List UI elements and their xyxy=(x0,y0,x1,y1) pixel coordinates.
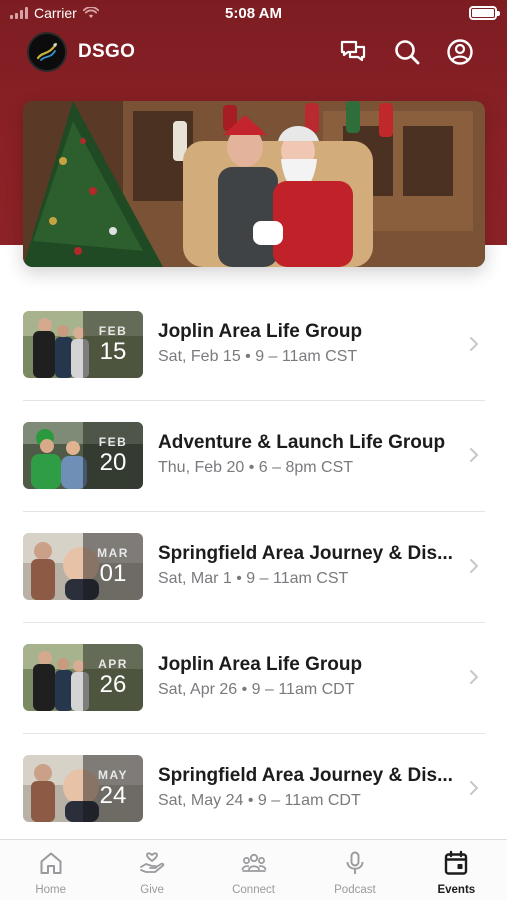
event-date-badge: MAR 01 xyxy=(83,533,143,600)
event-month: FEB xyxy=(98,435,128,449)
event-row[interactable]: MAR 01 Springfield Area Journey & Dis...… xyxy=(23,512,485,623)
tab-label: Home xyxy=(35,884,67,896)
app-title: DSGO xyxy=(78,41,136,62)
event-month: APR xyxy=(98,657,128,671)
microphone-icon xyxy=(346,851,364,874)
event-title: Joplin Area Life Group xyxy=(158,654,363,675)
event-date-badge: FEB 20 xyxy=(83,422,143,489)
chat-icon[interactable] xyxy=(339,38,367,66)
event-month: MAY xyxy=(97,768,129,782)
tab-home[interactable]: Home xyxy=(0,840,101,900)
tab-label: Events xyxy=(437,884,476,896)
tab-label: Podcast xyxy=(334,884,376,896)
connect-icon xyxy=(241,853,266,872)
give-icon xyxy=(140,852,165,873)
event-thumbnail: FEB 15 xyxy=(23,311,143,378)
chevron-right-icon xyxy=(470,559,478,573)
event-title: Adventure & Launch Life Group xyxy=(158,432,446,453)
tab-bar: Home Give Connect Podcast Events xyxy=(0,839,507,900)
home-icon xyxy=(40,852,62,874)
chevron-right-icon xyxy=(470,781,478,795)
hero-banner[interactable] xyxy=(23,101,485,267)
chevron-right-icon xyxy=(470,448,478,462)
chevron-right-icon xyxy=(470,337,478,351)
event-title: Springfield Area Journey & Dis... xyxy=(158,765,453,786)
event-thumbnail: MAY 24 xyxy=(23,755,143,822)
calendar-icon xyxy=(445,850,468,875)
event-thumbnail: MAR 01 xyxy=(23,533,143,600)
app-header: DSGO xyxy=(0,30,507,74)
event-day: 24 xyxy=(99,782,127,809)
status-time: 5:08 AM xyxy=(225,5,282,22)
event-date-badge: FEB 15 xyxy=(83,311,143,378)
battery-icon xyxy=(469,6,500,20)
event-thumbnail: APR 26 xyxy=(23,644,143,711)
event-day: 20 xyxy=(99,449,127,476)
search-icon[interactable] xyxy=(393,38,421,66)
event-month: FEB xyxy=(98,324,128,338)
logo-mark-icon xyxy=(36,42,58,61)
event-datetime: Sat, Feb 15 • 9 – 11am CST xyxy=(158,348,358,365)
tab-events[interactable]: Events xyxy=(406,840,507,900)
tab-label: Give xyxy=(140,884,164,896)
event-date-badge: MAY 24 xyxy=(83,755,143,822)
event-datetime: Thu, Feb 20 • 6 – 8pm CST xyxy=(158,459,354,476)
event-day: 26 xyxy=(99,671,127,698)
event-title: Joplin Area Life Group xyxy=(158,321,363,342)
event-row[interactable]: FEB 15 Joplin Area Life Group Sat, Feb 1… xyxy=(23,290,485,401)
event-row[interactable]: APR 26 Joplin Area Life Group Sat, Apr 2… xyxy=(23,623,485,734)
event-datetime: Sat, May 24 • 9 – 11am CDT xyxy=(158,792,361,809)
event-datetime: Sat, Mar 1 • 9 – 11am CST xyxy=(158,570,349,587)
hero-photo xyxy=(23,101,485,267)
account-icon[interactable] xyxy=(446,38,474,66)
event-date-badge: APR 26 xyxy=(83,644,143,711)
event-list: FEB 15 Joplin Area Life Group Sat, Feb 1… xyxy=(23,290,485,845)
tab-podcast[interactable]: Podcast xyxy=(304,840,405,900)
event-day: 01 xyxy=(99,560,127,587)
status-bar: Carrier 5:08 AM xyxy=(0,0,507,28)
tab-give[interactable]: Give xyxy=(101,840,202,900)
tab-connect[interactable]: Connect xyxy=(203,840,304,900)
app-logo[interactable] xyxy=(27,32,67,72)
event-month: MAR xyxy=(97,546,129,560)
event-datetime: Sat, Apr 26 • 9 – 11am CDT xyxy=(158,681,355,698)
event-day: 15 xyxy=(99,338,127,365)
chevron-right-icon xyxy=(470,670,478,684)
event-title: Springfield Area Journey & Dis... xyxy=(158,543,453,564)
event-row[interactable]: MAY 24 Springfield Area Journey & Dis...… xyxy=(23,734,485,845)
event-row[interactable]: FEB 20 Adventure & Launch Life Group Thu… xyxy=(23,401,485,512)
tab-label: Connect xyxy=(232,884,275,896)
event-thumbnail: FEB 20 xyxy=(23,422,143,489)
